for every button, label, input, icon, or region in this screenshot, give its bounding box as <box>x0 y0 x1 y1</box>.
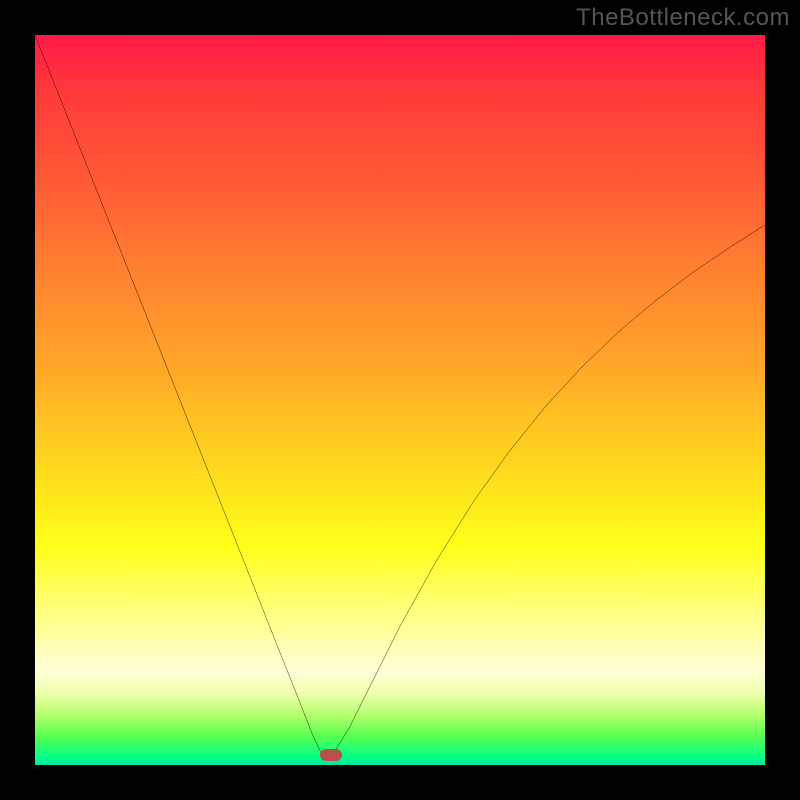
bottleneck-curve <box>35 35 765 765</box>
plot-area <box>35 35 765 765</box>
optimal-marker <box>320 749 342 761</box>
curve-path <box>35 35 765 758</box>
watermark-text: TheBottleneck.com <box>576 4 790 32</box>
chart-frame: TheBottleneck.com <box>0 0 800 800</box>
